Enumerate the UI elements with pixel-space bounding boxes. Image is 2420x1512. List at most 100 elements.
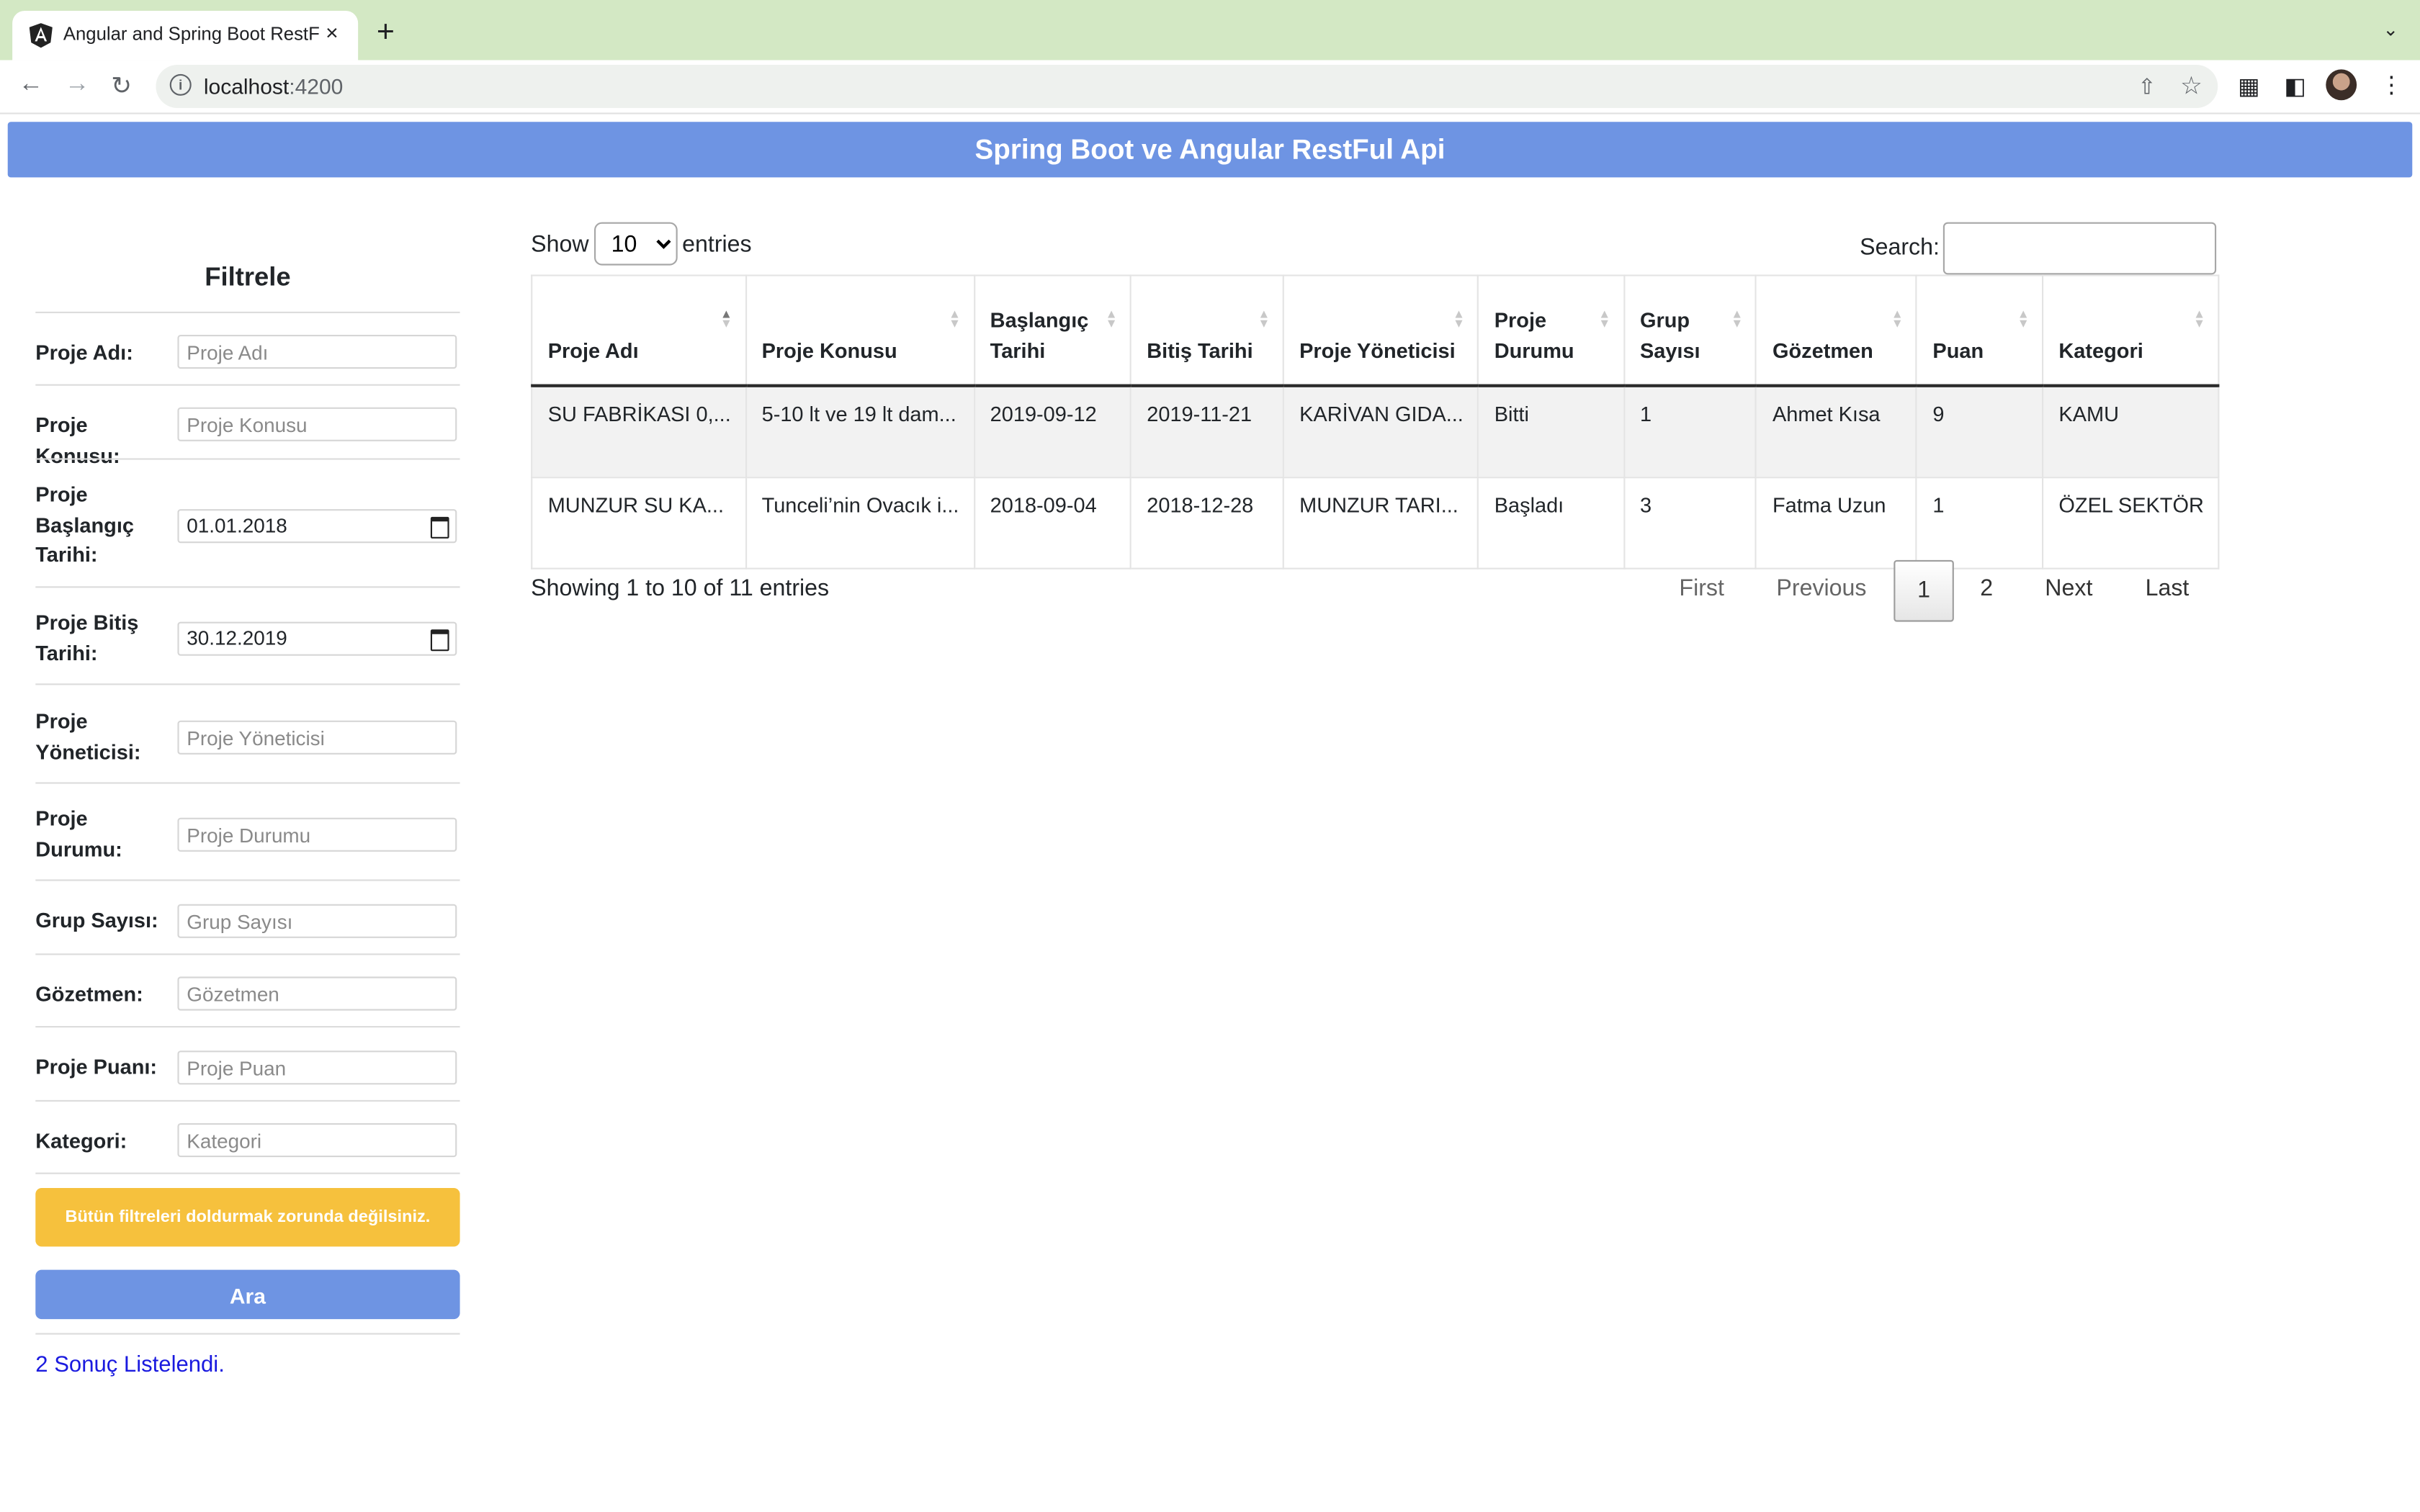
bookmark-star-icon[interactable]: ☆ bbox=[2180, 71, 2202, 102]
column-header-label: Grup Sayısı bbox=[1639, 308, 1700, 362]
column-header-label: Proje Konusu bbox=[761, 338, 897, 362]
label-baslangic-tarihi: Proje Başlangıç Tarihi: bbox=[35, 482, 134, 567]
back-arrow-icon[interactable]: ← bbox=[19, 71, 43, 99]
new-tab-icon[interactable]: + bbox=[377, 17, 395, 48]
profile-avatar[interactable] bbox=[2326, 69, 2357, 101]
sort-icon: ▲ ▼ bbox=[1891, 307, 1904, 330]
table-row[interactable]: MUNZUR SU KA... Tunceli’nin Ovacık i... … bbox=[531, 476, 2220, 569]
divider bbox=[35, 311, 460, 313]
proje-puan-input[interactable] bbox=[177, 1050, 457, 1085]
cell-proje-adi: MUNZUR SU KA... bbox=[531, 476, 747, 569]
baslangic-tarihi-date-input[interactable]: 01.01.2018 bbox=[177, 509, 457, 544]
divider bbox=[35, 1333, 460, 1335]
bitis-tarihi-date-input[interactable]: 30.12.2019 bbox=[177, 621, 457, 656]
browser-menu-icon[interactable]: ⋮ bbox=[2380, 71, 2403, 99]
column-header-label: Başlangıç Tarihi bbox=[990, 308, 1089, 362]
label-proje-konusu: Proje Konusu: bbox=[35, 413, 120, 467]
proje-durumu-input[interactable] bbox=[177, 817, 457, 852]
reload-icon[interactable]: ↻ bbox=[111, 71, 132, 102]
calendar-icon[interactable] bbox=[430, 629, 449, 652]
angular-icon bbox=[29, 23, 53, 48]
url-host: localhost bbox=[203, 73, 290, 99]
cell-proje-yoneticisi: KARİVAN GIDA... bbox=[1282, 384, 1479, 478]
projects-table: Proje Adı ▲ ▼ Proje Konusu ▲ ▼ Başlangıç Tar… bbox=[531, 274, 2220, 569]
side-panel-icon[interactable]: ◧ bbox=[2284, 73, 2305, 100]
sort-icon: ▲ ▼ bbox=[2017, 307, 2030, 330]
browser-tab[interactable]: Angular and Spring Boot RestF × bbox=[12, 11, 359, 60]
cell-bitis-tarihi: 2019-11-21 bbox=[1129, 384, 1284, 478]
column-header-proje-adi[interactable]: Proje Adı ▲ ▼ bbox=[531, 274, 747, 387]
pagination-page-2[interactable]: 2 bbox=[1980, 560, 1993, 618]
label-gozetmen: Gözetmen: bbox=[35, 983, 143, 1007]
page-size-control: Show 10 entries bbox=[531, 222, 752, 266]
forward-arrow-icon[interactable]: → bbox=[65, 71, 89, 99]
label-proje-durumu: Proje Durumu: bbox=[35, 806, 122, 860]
column-header-bitis-tarihi[interactable]: Bitiş Tarihi ▲ ▼ bbox=[1129, 274, 1284, 387]
column-header-puan[interactable]: Puan ▲ ▼ bbox=[1915, 274, 2043, 387]
calendar-icon[interactable] bbox=[430, 516, 449, 539]
cell-proje-konusu: Tunceli’nin Ovacık i... bbox=[745, 476, 975, 569]
address-url[interactable]: localhost:4200 bbox=[204, 74, 344, 99]
page-size-select[interactable]: 10 bbox=[594, 222, 678, 266]
column-header-proje-konusu[interactable]: Proje Konusu ▲ ▼ bbox=[745, 274, 975, 387]
divider bbox=[35, 458, 460, 460]
cell-proje-adi: SU FABRİKASI 0,... bbox=[531, 384, 747, 478]
column-header-baslangic-tarihi[interactable]: Başlangıç Tarihi ▲ ▼ bbox=[973, 274, 1131, 387]
filter-warning-alert: Bütün filtreleri doldurmak zorunda değil… bbox=[35, 1188, 460, 1247]
entries-label: entries bbox=[682, 231, 752, 258]
divider bbox=[35, 1099, 460, 1102]
divider bbox=[35, 384, 460, 386]
cell-proje-yoneticisi: MUNZUR TARI... bbox=[1282, 476, 1479, 569]
cell-kategori: KAMU bbox=[2041, 384, 2220, 478]
column-header-label: Proje Durumu bbox=[1494, 308, 1574, 362]
divider bbox=[35, 782, 460, 784]
pagination-next[interactable]: Next bbox=[2045, 560, 2092, 618]
cell-baslangic-tarihi: 2018-09-04 bbox=[973, 476, 1131, 569]
cell-gozetmen: Ahmet Kısa bbox=[1755, 384, 1917, 478]
pagination-last[interactable]: Last bbox=[2146, 560, 2190, 618]
tab-search-chevron-icon[interactable]: ⌄ bbox=[2383, 19, 2398, 40]
page-banner: Spring Boot ve Angular RestFul Api bbox=[7, 122, 2413, 178]
divider bbox=[35, 1172, 460, 1174]
address-bar[interactable]: i localhost:4200 ⇧ ☆ bbox=[156, 65, 2218, 108]
divider bbox=[35, 953, 460, 955]
table-row[interactable]: SU FABRİKASI 0,... 5-10 lt ve 19 lt dam.… bbox=[531, 384, 2220, 478]
site-info-icon[interactable]: i bbox=[169, 73, 192, 96]
column-header-gozetmen[interactable]: Gözetmen ▲ ▼ bbox=[1755, 274, 1917, 387]
cell-puan: 9 bbox=[1915, 384, 2043, 478]
share-icon[interactable]: ⇧ bbox=[2138, 74, 2156, 100]
pagination-first[interactable]: First bbox=[1679, 560, 1724, 618]
sort-icon: ▲ ▼ bbox=[1731, 307, 1744, 330]
sort-icon: ▲ ▼ bbox=[948, 307, 961, 330]
column-header-proje-yoneticisi[interactable]: Proje Yöneticisi ▲ ▼ bbox=[1282, 274, 1479, 387]
sort-icon: ▲ ▼ bbox=[1598, 307, 1611, 330]
table-search-input[interactable] bbox=[1942, 222, 2217, 275]
column-header-proje-durumu[interactable]: Proje Durumu ▲ ▼ bbox=[1477, 274, 1625, 387]
cell-puan: 1 bbox=[1915, 476, 2043, 569]
search-button[interactable]: Ara bbox=[35, 1269, 460, 1320]
extensions-puzzle-icon[interactable]: ▦ bbox=[2238, 73, 2259, 100]
divider bbox=[35, 1026, 460, 1028]
divider bbox=[35, 586, 460, 588]
cell-gozetmen: Fatma Uzun bbox=[1755, 476, 1917, 569]
result-count-text: 2 Sonuç Listelendi. bbox=[35, 1353, 225, 1378]
kategori-input[interactable] bbox=[177, 1123, 457, 1158]
show-label: Show bbox=[531, 231, 589, 258]
table-header-row: Proje Adı ▲ ▼ Proje Konusu ▲ ▼ Başlangıç Tar… bbox=[531, 274, 2220, 387]
column-header-grup-sayisi[interactable]: Grup Sayısı ▲ ▼ bbox=[1623, 274, 1757, 387]
gozetmen-input[interactable] bbox=[177, 976, 457, 1011]
cell-proje-durumu: Başladı bbox=[1477, 476, 1625, 569]
proje-adi-input[interactable] bbox=[177, 335, 457, 369]
proje-konusu-input[interactable] bbox=[177, 407, 457, 441]
grup-sayisi-input[interactable] bbox=[177, 904, 457, 938]
pagination-page-1[interactable]: 1 bbox=[1894, 559, 1954, 622]
proje-yoneticisi-input[interactable] bbox=[177, 720, 457, 755]
label-proje-adi: Proje Adı: bbox=[35, 341, 133, 364]
tab-title: Angular and Spring Boot RestF bbox=[63, 23, 320, 45]
column-header-kategori[interactable]: Kategori ▲ ▼ bbox=[2041, 274, 2220, 387]
cell-grup-sayisi: 1 bbox=[1623, 384, 1757, 478]
label-grup-sayisi: Grup Sayısı: bbox=[35, 909, 158, 932]
pagination-previous[interactable]: Previous bbox=[1776, 560, 1866, 618]
close-tab-icon[interactable]: × bbox=[326, 20, 339, 45]
label-proje-puani: Proje Puanı: bbox=[35, 1055, 158, 1079]
